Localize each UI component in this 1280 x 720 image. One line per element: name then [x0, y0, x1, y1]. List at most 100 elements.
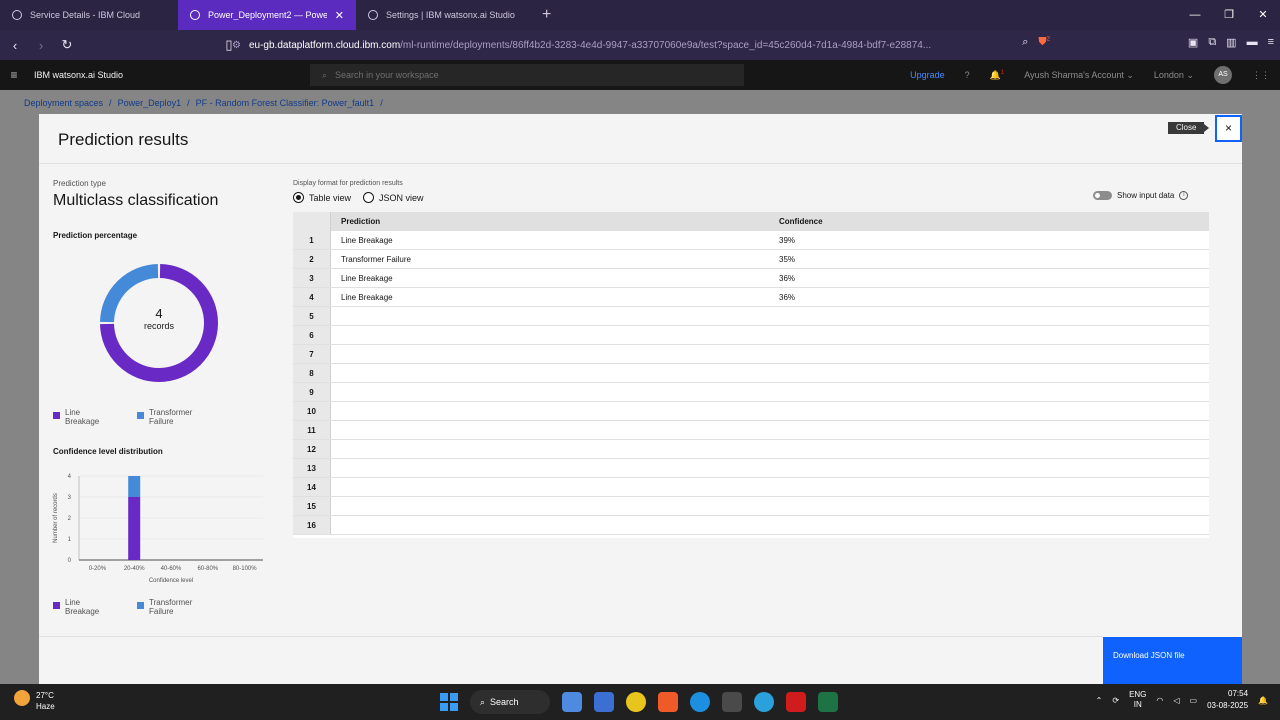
ibm-cloud-icon [12, 10, 22, 20]
battery-icon[interactable]: ▭ [1190, 696, 1198, 705]
tab-power-deployment[interactable]: Power_Deployment2 — Power_f ✕ [178, 0, 356, 30]
extensions-icon[interactable]: ⧉ [1208, 36, 1216, 49]
prediction-cell [331, 307, 769, 325]
row-index: 6 [293, 326, 331, 344]
header-actions: Upgrade ? 🔔1 Ayush Sharma's Account ⌄ Lo… [910, 60, 1280, 90]
row-index: 8 [293, 364, 331, 382]
y-tick-label: 1 [68, 537, 72, 543]
menu-icon[interactable]: ≡ [1268, 36, 1274, 49]
back-icon[interactable]: ‹ [4, 38, 26, 53]
prediction-cell [331, 383, 769, 401]
legend-swatch [137, 412, 144, 419]
close-button[interactable]: × [1215, 115, 1242, 142]
forward-icon[interactable]: › [30, 38, 52, 53]
radio-json-view[interactable]: JSON view [363, 192, 424, 203]
app-name[interactable]: IBM watsonx.ai Studio [34, 70, 123, 80]
info-icon[interactable]: i [1179, 191, 1189, 200]
bar-segment[interactable] [128, 476, 141, 497]
help-icon[interactable]: ? [965, 70, 970, 80]
legend-item-transformer-failure: Transformer Failure [137, 598, 197, 616]
chevron-up-icon[interactable]: ⌃ [1096, 696, 1103, 705]
toggle-label: Show input data [1117, 191, 1175, 200]
sync-icon[interactable]: ⟳ [1112, 696, 1119, 705]
wifi-icon[interactable]: ◠ [1156, 696, 1163, 705]
app-switcher-icon[interactable]: ⋮⋮ [1252, 70, 1270, 81]
account-switcher[interactable]: Ayush Sharma's Account ⌄ [1024, 70, 1134, 81]
radio-circle[interactable] [293, 192, 304, 203]
brave-icon[interactable] [658, 692, 678, 712]
telegram-icon[interactable] [754, 692, 774, 712]
url-host: eu-gb.dataplatform.cloud.ibm.com [248, 39, 401, 51]
row-index: 5 [293, 307, 331, 325]
index-header [293, 212, 331, 231]
excel-icon[interactable] [818, 692, 838, 712]
app-icon[interactable] [722, 692, 742, 712]
prediction-type-value: Multiclass classification [53, 192, 219, 209]
region-switcher[interactable]: London ⌄ [1154, 70, 1194, 81]
time: 07:54 [1228, 689, 1249, 698]
volume-icon[interactable]: ◁ [1173, 696, 1179, 705]
confidence-cell [769, 440, 1209, 458]
chrome-canary-icon[interactable] [626, 692, 646, 712]
tab-service-details[interactable]: Service Details - IBM Cloud [0, 0, 178, 30]
notification-bell-icon[interactable]: 🔔 [1258, 696, 1268, 705]
modal-title: Prediction results [58, 130, 189, 149]
browser-tab-strip: Service Details - IBM Cloud Power_Deploy… [0, 0, 1280, 30]
prediction-cell [331, 345, 769, 363]
screenshot-icon[interactable]: ▣ [1188, 36, 1198, 49]
confidence-bar-chart: 0 1 2 3 4 0-20% 20-40% 40-60% 60-80% 80-100% Confi… [53, 474, 263, 584]
confidence-cell: 36% [779, 293, 796, 302]
site-settings-icon[interactable]: ⚙ [232, 40, 241, 51]
close-window-icon[interactable]: ✕ [1246, 0, 1280, 30]
y-tick-label: 2 [68, 516, 72, 522]
temperature: 27°C [36, 691, 54, 700]
upgrade-link[interactable]: Upgrade [910, 70, 945, 80]
legend-label: Line Breakage [65, 598, 100, 616]
row-index: 2 [293, 250, 331, 268]
taskbar-search[interactable]: ⌕ Search [470, 690, 550, 714]
confidence-cell [769, 326, 1209, 344]
prediction-cell [331, 497, 769, 515]
row-index: 1 [293, 231, 331, 249]
radio-table-view[interactable]: Table view [293, 192, 351, 203]
brave-shield-icon[interactable]: ⛊2 [1038, 36, 1050, 49]
weather-icon [14, 690, 30, 706]
copilot-icon[interactable] [562, 692, 582, 712]
show-input-toggle[interactable]: Show input data i [1093, 191, 1189, 200]
notification-icon[interactable]: 🔔1 [990, 70, 1005, 81]
tab-label: Service Details - IBM Cloud [30, 10, 141, 20]
zoom-search-icon[interactable]: ⌕ [1022, 36, 1028, 49]
radio-label: Table view [309, 192, 352, 203]
url-field[interactable]: ⚙ eu-gb.dataplatform.cloud.ibm.com/ml-ru… [232, 37, 1022, 53]
close-tab-icon[interactable]: ✕ [335, 9, 344, 22]
table-row: 13 [293, 459, 1209, 478]
sidebar-icon[interactable]: ▥ [1226, 36, 1236, 49]
windows-start-icon[interactable] [440, 693, 458, 711]
weather-widget[interactable]: 27°C Haze [14, 690, 55, 712]
prediction-cell [331, 459, 769, 477]
hamburger-menu-icon[interactable]: ≡ [0, 68, 28, 82]
browser-toolbar-icons: ▣ ⧉ ▥ ▬ ≡ [1188, 36, 1274, 49]
pen-app-icon[interactable] [594, 692, 614, 712]
maximize-icon[interactable]: ❐ [1212, 0, 1246, 30]
minimize-icon[interactable]: — [1178, 0, 1212, 30]
clock[interactable]: 07:54 03-08-2025 [1207, 688, 1248, 712]
workspace-search[interactable]: ⌕ Search in your workspace [310, 64, 744, 86]
bar-segment[interactable] [128, 497, 141, 560]
edge-icon[interactable] [690, 692, 710, 712]
row-index: 10 [293, 402, 331, 420]
new-tab-button[interactable]: + [542, 6, 551, 24]
legend-label: Transformer Failure [149, 408, 193, 426]
language-indicator[interactable]: ENG IN [1129, 690, 1146, 710]
row-index: 15 [293, 497, 331, 515]
download-json-button[interactable]: Download JSON file [1103, 637, 1242, 684]
avatar[interactable]: AS [1214, 66, 1232, 84]
radio-circle[interactable] [363, 192, 375, 203]
toggle-switch[interactable] [1093, 191, 1112, 200]
confidence-cell [769, 516, 1209, 534]
wallet-icon[interactable]: ▬ [1247, 36, 1258, 49]
reload-icon[interactable]: ↻ [56, 37, 78, 53]
tab-settings[interactable]: Settings | IBM watsonx.ai Studio [356, 0, 534, 30]
acrobat-icon[interactable] [786, 692, 806, 712]
table-row: 1 Line Breakage 39% [293, 231, 1209, 250]
